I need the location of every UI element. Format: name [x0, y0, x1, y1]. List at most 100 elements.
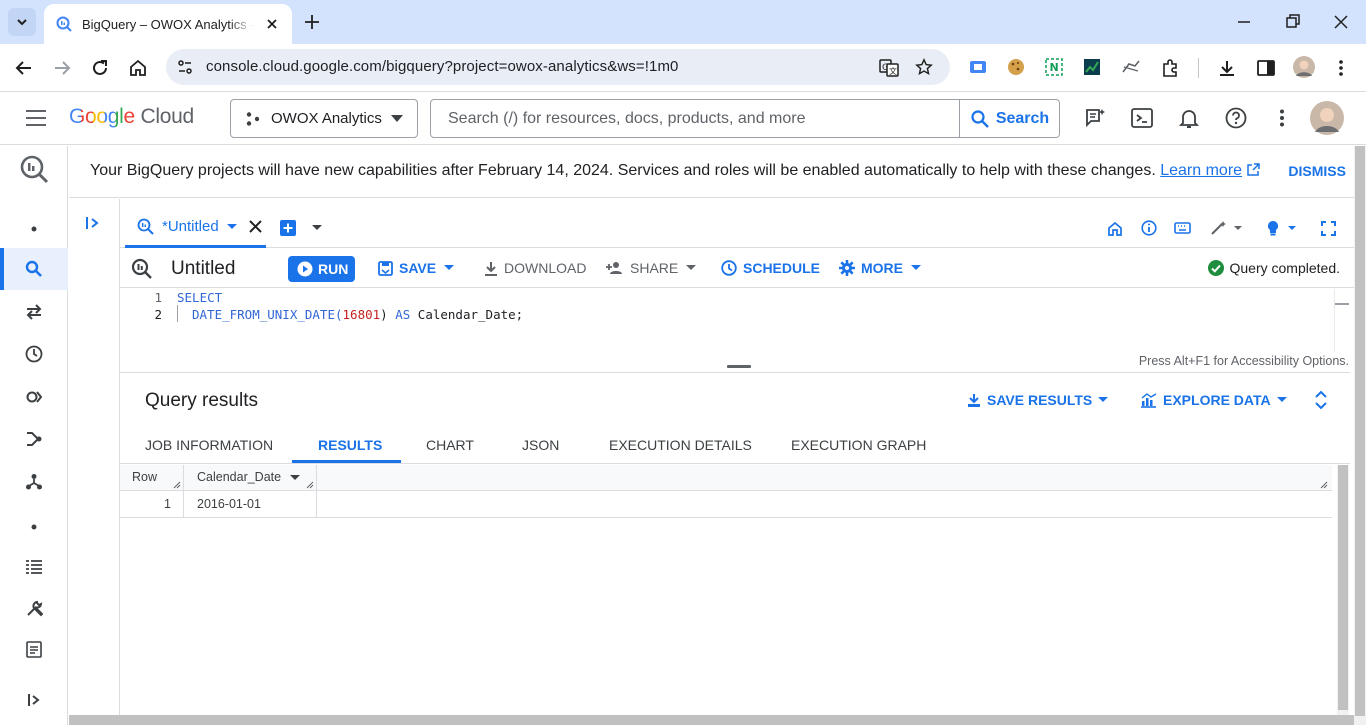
extension-owox-icon[interactable]: [969, 58, 987, 76]
run-button[interactable]: RUN: [288, 256, 355, 282]
explore-data-button[interactable]: EXPLORE DATA: [1140, 392, 1287, 408]
browser-menu-icon[interactable]: [1333, 58, 1349, 78]
google-cloud-logo[interactable]: Google Cloud: [69, 105, 194, 129]
calendar-date-cell[interactable]: 2016-01-01: [197, 497, 261, 511]
close-editor-tab-icon[interactable]: [248, 220, 262, 233]
sql-editor[interactable]: 1 SELECT 2 DATE_FROM_UNIX_DATE(16801) AS…: [120, 289, 1348, 352]
save-button[interactable]: SAVE: [378, 260, 455, 276]
data-transfers-icon[interactable]: [0, 291, 68, 333]
page-horizontal-scrollbar[interactable]: [69, 715, 1354, 725]
more-button[interactable]: MORE: [839, 260, 921, 276]
tab-execution-graph[interactable]: EXECUTION GRAPH: [791, 437, 926, 453]
close-tab-icon[interactable]: [264, 16, 280, 32]
cloud-shell-icon[interactable]: [1131, 108, 1153, 128]
results-vertical-scrollbar[interactable]: [1337, 465, 1349, 715]
new-query-menu-arrow-icon[interactable]: [312, 225, 322, 231]
learn-more-link[interactable]: Learn more: [1160, 162, 1242, 179]
tab-chart[interactable]: CHART: [426, 437, 474, 453]
column-resize-icon[interactable]: [173, 481, 181, 489]
minimize-icon[interactable]: [1236, 12, 1252, 32]
close-window-icon[interactable]: [1333, 12, 1349, 32]
reload-icon[interactable]: [90, 58, 110, 78]
extension-pen-icon[interactable]: [1121, 58, 1141, 76]
fullscreen-icon[interactable]: [1321, 221, 1336, 236]
query-title[interactable]: Untitled: [171, 258, 235, 280]
download-icon[interactable]: [1217, 58, 1237, 78]
results-scroll-thumb[interactable]: [1338, 465, 1348, 710]
save-results-button[interactable]: SAVE RESULTS: [967, 392, 1109, 408]
browser-tab-title: BigQuery – OWOX Analytics – Google Cloud…: [82, 16, 254, 32]
extension-chart-icon[interactable]: [1083, 58, 1101, 76]
tab-job-information[interactable]: JOB INFORMATION: [145, 437, 273, 453]
dataflow-pipeline-icon[interactable]: [0, 418, 68, 460]
editor-tab-untitled[interactable]: *Untitled: [125, 208, 266, 248]
project-selector[interactable]: OWOX Analytics: [230, 99, 418, 138]
translate-icon[interactable]: G文: [879, 58, 899, 78]
settings-wrench-icon[interactable]: [0, 588, 68, 630]
address-bar[interactable]: console.cloud.google.com/bigquery?projec…: [166, 49, 950, 85]
help-icon[interactable]: [1225, 107, 1247, 129]
tab-search-button[interactable]: [8, 8, 36, 36]
table-header: Row Calendar_Date: [120, 465, 1332, 491]
jobs-list-icon[interactable]: [0, 546, 68, 588]
bookmark-star-icon[interactable]: [915, 58, 933, 76]
explore-chart-icon: [1141, 392, 1157, 408]
maximize-icon[interactable]: [1285, 12, 1301, 32]
hamburger-menu-icon[interactable]: [24, 108, 48, 128]
expand-results-icon[interactable]: [1315, 390, 1327, 410]
extensions-puzzle-icon[interactable]: [1160, 58, 1180, 78]
page-vertical-scrollbar[interactable]: [1354, 146, 1366, 725]
download-button[interactable]: DOWNLOAD: [484, 260, 586, 276]
dismiss-button[interactable]: DISMISS: [1288, 163, 1346, 179]
browser-toolbar: console.cloud.google.com/bigquery?projec…: [0, 44, 1366, 92]
account-avatar[interactable]: [1310, 101, 1344, 135]
home-icon[interactable]: [128, 58, 148, 78]
forward-icon[interactable]: [52, 58, 72, 78]
resize-handle[interactable]: [727, 365, 751, 368]
gemini-lightbulb-icon[interactable]: [1266, 220, 1298, 236]
table-row[interactable]: 1 2016-01-01: [120, 491, 1332, 518]
keyboard-shortcuts-icon[interactable]: [1174, 222, 1191, 234]
new-query-plus-icon[interactable]: [280, 220, 296, 236]
extension-cookie-icon[interactable]: [1007, 58, 1025, 76]
code-number: 16801: [342, 307, 381, 322]
gemini-chat-icon[interactable]: [1084, 107, 1106, 129]
more-options-icon[interactable]: [1274, 108, 1290, 128]
search-input[interactable]: Search (/) for resources, docs, products…: [448, 110, 805, 128]
new-tab-icon[interactable]: [302, 12, 322, 32]
bigquery-logo-icon[interactable]: [0, 148, 68, 190]
console-search[interactable]: Search (/) for resources, docs, products…: [430, 99, 1060, 138]
extension-n-icon[interactable]: N: [1045, 58, 1063, 76]
profile-avatar[interactable]: [1293, 56, 1315, 78]
share-menu-arrow-icon: [686, 265, 697, 270]
tab-json[interactable]: JSON: [522, 437, 559, 453]
tab-execution-details[interactable]: EXECUTION DETAILS: [609, 437, 752, 453]
tab-results[interactable]: RESULTS: [318, 437, 382, 453]
page-scroll-thumb[interactable]: [1355, 146, 1365, 716]
schedule-button[interactable]: SCHEDULE: [721, 260, 820, 276]
release-notes-icon[interactable]: [0, 628, 68, 670]
analytics-hub-icon[interactable]: [0, 376, 68, 418]
column-header-calendar-date[interactable]: Calendar_Date: [197, 470, 281, 484]
side-panel-icon[interactable]: [1256, 58, 1276, 78]
results-header: Query results SAVE RESULTS EXPLORE DATA: [120, 372, 1350, 425]
expand-rail-icon[interactable]: [0, 679, 68, 721]
schedule-clock-icon: [721, 260, 737, 276]
scheduled-queries-clock-icon[interactable]: [0, 333, 68, 375]
site-info-icon[interactable]: [177, 59, 193, 75]
sql-workspace-search-icon[interactable]: [0, 248, 68, 290]
info-icon[interactable]: [1141, 220, 1157, 236]
browser-tab[interactable]: BigQuery – OWOX Analytics – Google Cloud…: [44, 4, 292, 44]
home-studio-icon[interactable]: [1107, 221, 1123, 236]
search-button[interactable]: Search: [959, 100, 1059, 137]
column-resize-icon-2[interactable]: [306, 481, 314, 489]
back-icon[interactable]: [14, 58, 34, 78]
column-resize-icon-3[interactable]: [1320, 481, 1328, 489]
column-sort-arrow-icon[interactable]: [290, 475, 300, 481]
format-magic-wand-icon[interactable]: [1210, 220, 1244, 236]
share-button[interactable]: SHARE: [605, 260, 697, 276]
notifications-bell-icon[interactable]: [1179, 107, 1199, 129]
expand-explorer-icon[interactable]: [85, 216, 101, 230]
dataform-nodes-icon[interactable]: [0, 461, 68, 503]
tab-menu-arrow-icon[interactable]: [226, 223, 237, 230]
